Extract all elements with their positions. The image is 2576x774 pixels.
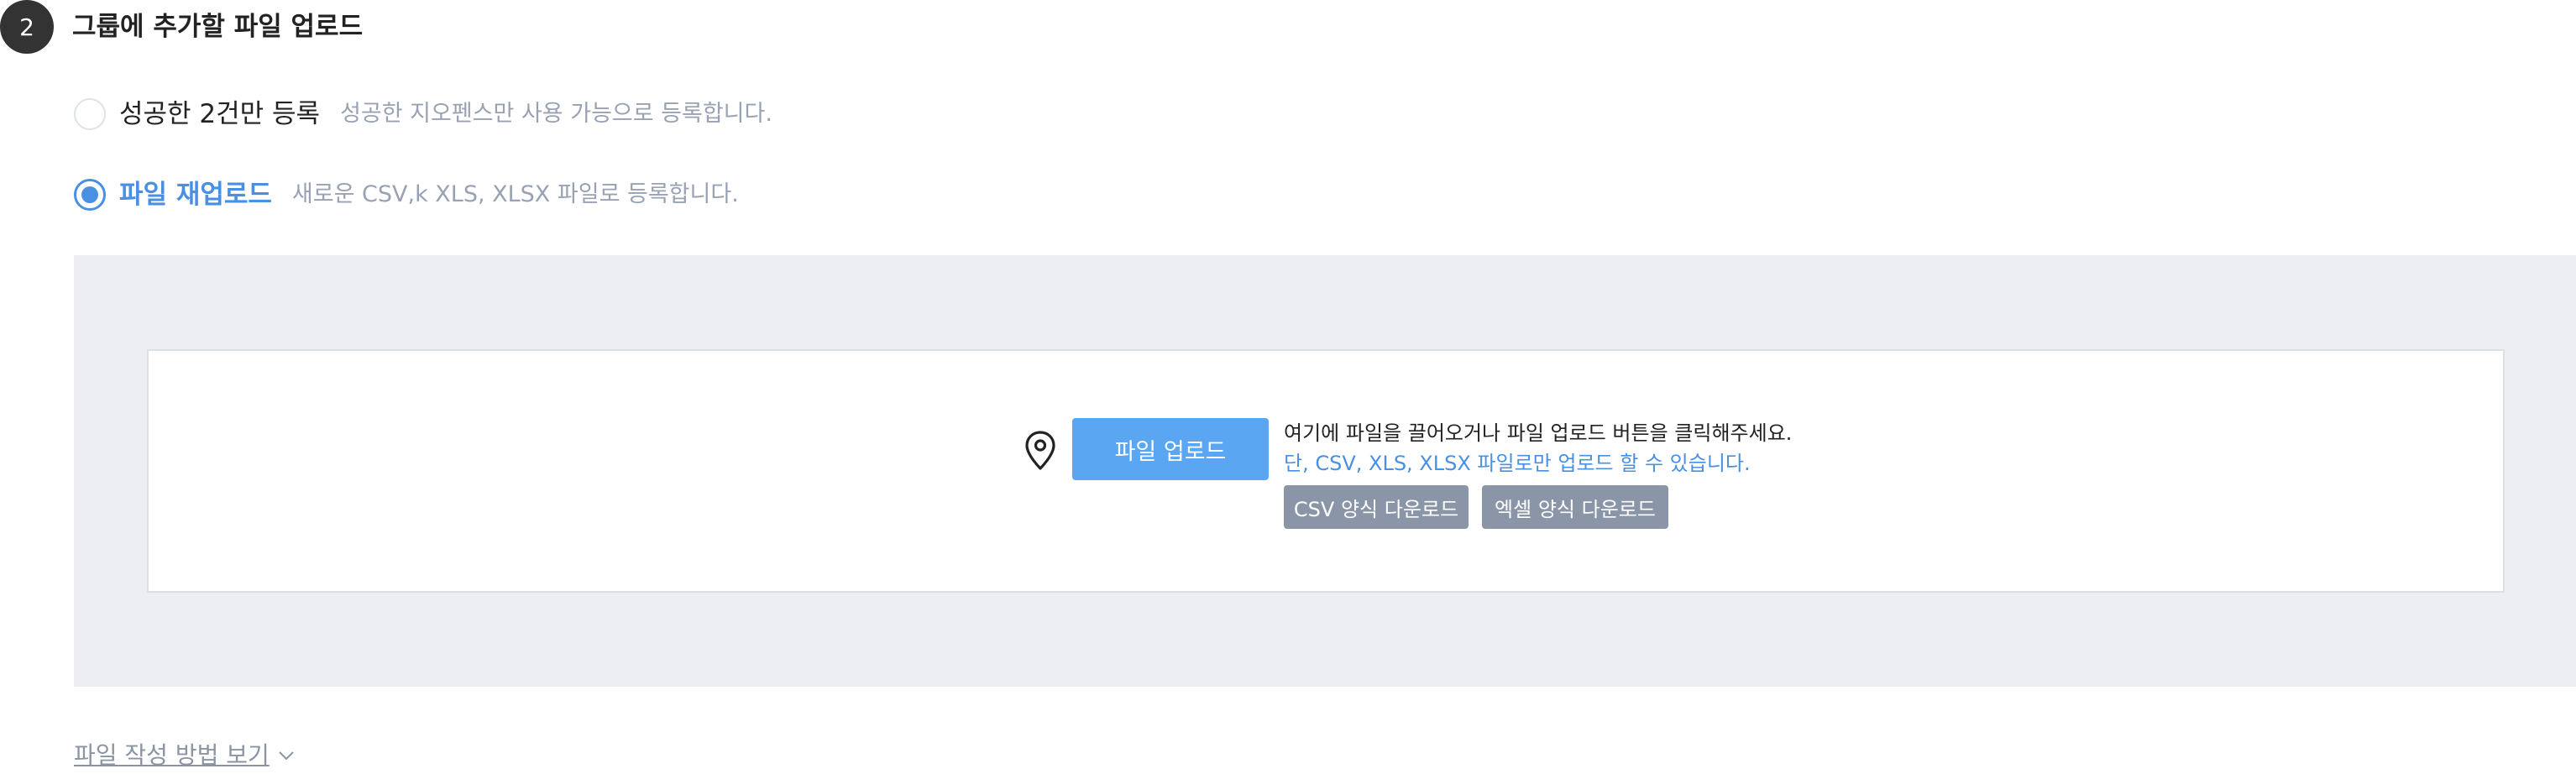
upload-panel: 파일 업로드 여기에 파일을 끌어오거나 파일 업로드 버튼을 클릭해주세요. … [74, 255, 2576, 687]
file-drop-zone[interactable]: 파일 업로드 여기에 파일을 끌어오거나 파일 업로드 버튼을 클릭해주세요. … [147, 349, 2505, 593]
option-label: 성공한 2건만 등록 [119, 99, 321, 129]
option-file-reupload[interactable]: 파일 재업로드 새로운 CSV,k XLS, XLSX 파일로 등록합니다. [74, 176, 739, 213]
upload-instruction: 여기에 파일을 끌어오거나 파일 업로드 버튼을 클릭해주세요. [1284, 421, 1793, 445]
option-register-success-only[interactable]: 성공한 2건만 등록 성공한 지오펜스만 사용 가능으로 등록합니다. [74, 96, 772, 133]
map-pin-icon [1025, 431, 1055, 470]
radio-dot [81, 186, 98, 203]
excel-template-download-button[interactable]: 엑셀 양식 다운로드 [1482, 485, 1668, 529]
file-guide-toggle[interactable]: 파일 작성 방법 보기 [74, 740, 296, 771]
radio-button-unchecked[interactable] [74, 98, 106, 130]
file-upload-button[interactable]: 파일 업로드 [1072, 418, 1269, 480]
chevron-down-icon [279, 751, 294, 761]
radio-button-checked[interactable] [74, 179, 106, 211]
step-number-badge: 2 [0, 0, 54, 54]
file-guide-label: 파일 작성 방법 보기 [74, 741, 270, 769]
option-description: 새로운 CSV,k XLS, XLSX 파일로 등록합니다. [291, 181, 739, 207]
upload-format-note: 단, CSV, XLS, XLSX 파일로만 업로드 할 수 있습니다. [1284, 452, 1751, 475]
step-title: 그룹에 추가할 파일 업로드 [72, 12, 364, 42]
option-description: 성공한 지오펜스만 사용 가능으로 등록합니다. [340, 101, 772, 127]
csv-template-download-button[interactable]: CSV 양식 다운로드 [1284, 485, 1469, 529]
option-label: 파일 재업로드 [119, 180, 272, 210]
